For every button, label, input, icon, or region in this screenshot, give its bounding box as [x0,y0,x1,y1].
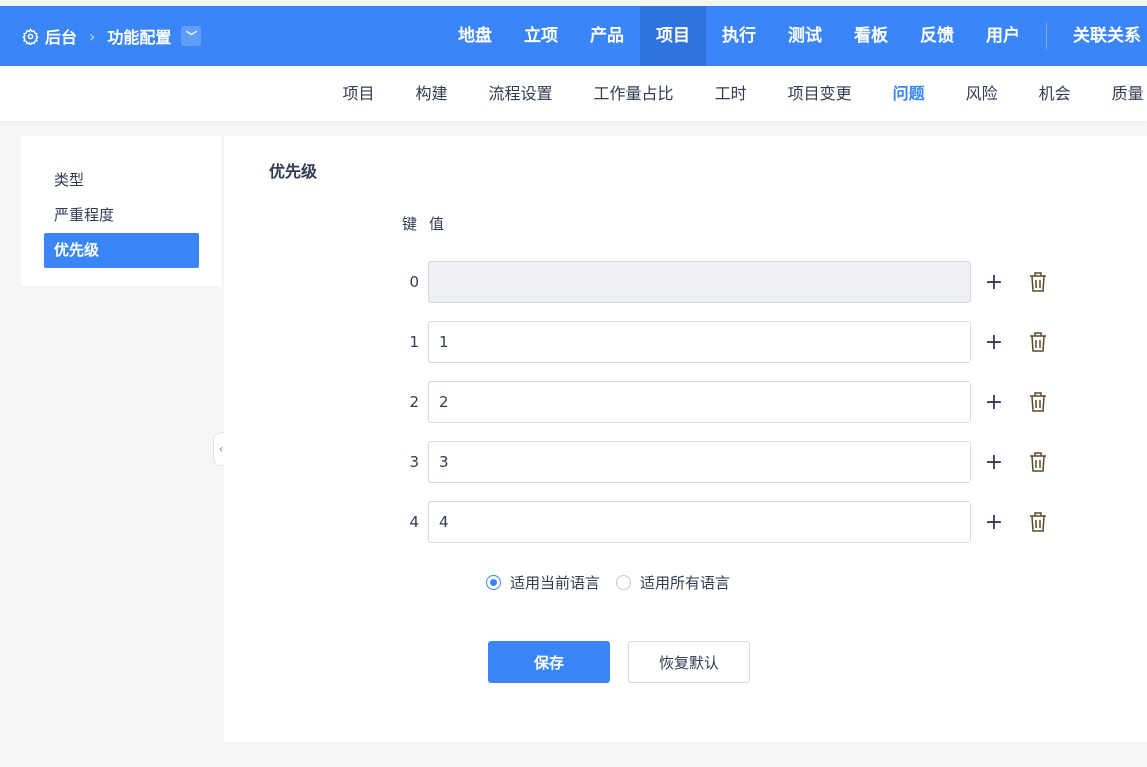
sub-nav-item[interactable]: 问题 [872,66,945,121]
trash-icon[interactable] [1028,391,1048,413]
main-nav-item[interactable]: 关联关系 [1057,6,1147,66]
plus-icon[interactable]: + [984,510,1004,535]
row-key: 2 [409,393,419,411]
row-key: 1 [409,333,419,351]
radio-circle[interactable] [616,575,632,590]
radio-all-languages[interactable]: 适用所有语言 [616,572,730,593]
sub-nav-item[interactable]: 工时 [694,66,767,121]
sub-nav-item[interactable]: 质量 [1091,66,1147,121]
value-header: 值 [429,215,445,233]
trash-icon[interactable] [1028,451,1048,473]
section-title: 优先级 [269,162,318,181]
priority-row: 1 + [394,321,1048,363]
row-value-input[interactable] [428,501,971,543]
main-nav-item[interactable]: 看板 [838,6,904,66]
plus-icon[interactable]: + [984,450,1004,475]
sub-nav-item[interactable]: 流程设置 [468,66,573,121]
row-value-input[interactable] [428,441,971,483]
priority-row: 2 + [394,381,1048,423]
plus-icon[interactable]: + [984,330,1004,355]
sub-nav-item[interactable]: 机会 [1018,66,1091,121]
row-key: 0 [409,273,419,291]
priority-row: 0 + [394,261,1048,303]
radio-circle[interactable] [486,575,501,590]
radio-current-language[interactable]: 适用当前语言 [486,572,600,593]
sub-nav-item[interactable]: 项目变更 [767,66,872,121]
language-scope: 适用当前语言 适用所有语言 [486,572,730,593]
main-nav-item[interactable]: 立项 [508,6,574,66]
main-nav-item[interactable]: 项目 [640,6,706,66]
radio-label: 适用所有语言 [640,574,731,592]
main-nav-item[interactable]: 地盘 [442,6,508,66]
trash-icon[interactable] [1028,511,1048,533]
reset-default-button[interactable]: 恢复默认 [628,641,750,683]
sub-nav: 项目 构建 流程设置 工作量占比 工时 项目变更 问题 风险 机会 质量 [0,66,1147,121]
main-nav-item[interactable]: 测试 [772,6,838,66]
priority-row: 3 + [394,441,1048,483]
trash-icon[interactable] [1028,271,1048,293]
save-button[interactable]: 保存 [488,641,610,683]
sidebar-item[interactable]: 优先级 [44,233,199,268]
priority-row: 4 + [394,501,1048,543]
row-value-input[interactable] [428,321,971,363]
sub-nav-item[interactable]: 工作量占比 [573,66,694,121]
row-value-input[interactable] [428,381,971,423]
breadcrumb-root[interactable]: 后台 [45,24,77,48]
breadcrumb-current[interactable]: 功能配置 [107,24,171,48]
trash-icon[interactable] [1028,331,1048,353]
main-nav: 地盘 立项 产品 项目 执行 测试 看板 反馈 用户 关联关系 [442,6,1147,66]
main-nav-item[interactable]: 执行 [706,6,772,66]
sub-nav-item[interactable]: 项目 [322,66,395,121]
sidebar-item[interactable]: 严重程度 [44,198,199,233]
nav-divider [1046,23,1047,49]
radio-label: 适用当前语言 [510,574,601,592]
main-nav-item[interactable]: 反馈 [904,6,970,66]
breadcrumb: 后台 › 功能配置 ﹀ [22,24,202,48]
row-value-input[interactable] [428,261,971,303]
plus-icon[interactable]: + [984,390,1004,415]
row-key: 3 [409,453,419,471]
chevron-down-icon[interactable]: ﹀ [181,26,202,46]
key-header: 键 [402,215,418,233]
main-nav-item[interactable]: 产品 [574,6,640,66]
sub-nav-item[interactable]: 风险 [945,66,1018,121]
gear-icon [22,27,39,45]
row-key: 4 [409,513,419,531]
chevron-right-icon: › [89,26,96,46]
main-nav-item[interactable]: 用户 [970,6,1036,66]
sidebar: 类型 严重程度 优先级 [21,136,221,286]
sub-nav-item[interactable]: 构建 [395,66,468,121]
sidebar-item[interactable]: 类型 [44,163,199,198]
top-nav: 后台 › 功能配置 ﹀ 地盘 立项 产品 项目 执行 测试 看板 反馈 用户 关联关系 [0,6,1147,66]
plus-icon[interactable]: + [984,270,1004,295]
main-panel: 优先级 键 值 0 + 1 + 2 + 3 + 4 + 适用当前语言 适用所有语… [224,136,1147,742]
